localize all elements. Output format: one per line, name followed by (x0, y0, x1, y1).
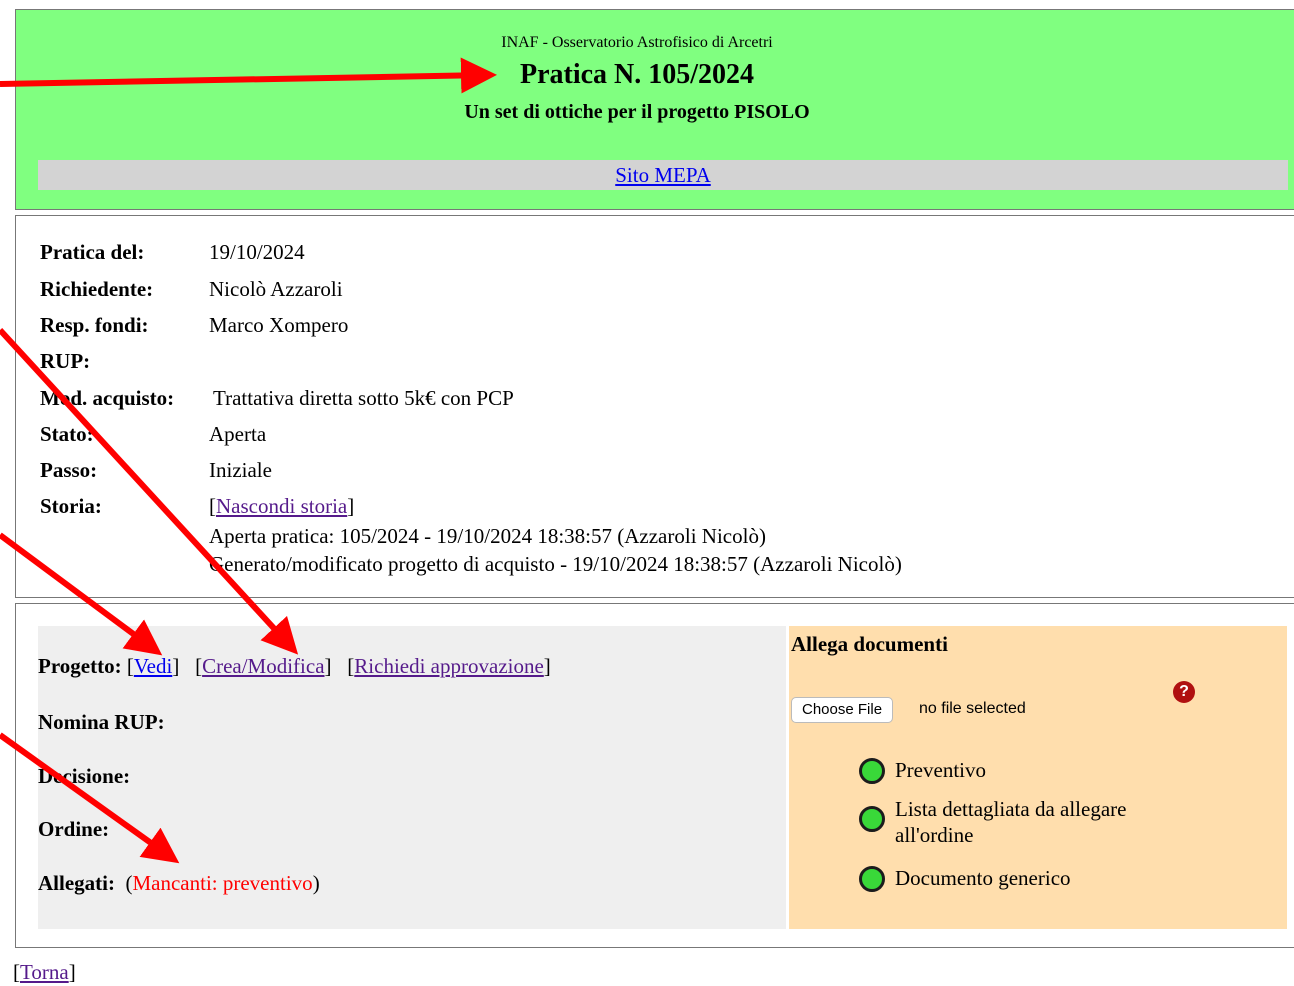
option-label: Documento generico (895, 866, 1071, 890)
value-passo: Iniziale (209, 458, 272, 482)
crea-modifica-link[interactable]: Crea/Modifica (202, 654, 324, 678)
page-title: Pratica N. 105/2024 (519, 59, 755, 90)
organization-name: INAF - Osservatorio Astrofisico di Arcet… (501, 34, 773, 51)
actions-panel: Progetto: [Vedi] [Crea/Modifica] [Richie… (15, 603, 1294, 948)
progetto-row: Progetto: [Vedi] [Crea/Modifica] [Richie… (38, 654, 551, 678)
radio-dot-icon[interactable] (859, 758, 885, 784)
info-panel: Pratica del: 19/10/2024 Richiedente: Nic… (15, 215, 1294, 598)
ordine-row: Ordine: (38, 817, 109, 842)
value-pratica-del: 19/10/2024 (209, 240, 305, 264)
choose-file-button[interactable]: Choose File (791, 697, 894, 723)
help-icon[interactable]: ? (1173, 681, 1195, 703)
decisione-row: Decisione: (38, 764, 130, 789)
vedi-link[interactable]: Vedi (134, 654, 173, 678)
mepa-link[interactable]: Sito MEPA (615, 163, 711, 187)
allegati-missing: Mancanti: preventivo (132, 871, 313, 895)
allega-panel: Allega documenti Choose File no file sel… (789, 626, 1287, 929)
storia-entry: Generato/modificato progetto di acquisto… (209, 552, 902, 576)
nascondi-storia-link[interactable]: Nascondi storia (216, 494, 347, 518)
decisione-label: Decisione: (38, 764, 131, 788)
storia-entry: Aperta pratica: 105/2024 - 19/10/2024 18… (209, 524, 766, 548)
label-pratica-del: Pratica del: (40, 240, 145, 264)
allegati-row: Allegati: (Mancanti: preventivo) (38, 871, 320, 895)
file-status: no file selected (919, 700, 1026, 717)
torna-link[interactable]: Torna (20, 960, 69, 984)
label-rup: RUP: (40, 349, 91, 373)
label-storia: Storia: (40, 494, 102, 518)
mepa-bar: Sito MEPA (38, 160, 1288, 190)
header-panel: INAF - Osservatorio Astrofisico di Arcet… (15, 9, 1294, 210)
allegati-label: Allegati: (38, 871, 115, 895)
option-label: Lista dettagliata da allegare (895, 797, 1127, 821)
torna-row: [Torna] (13, 960, 76, 984)
option-label-line2: all'ordine (895, 823, 974, 847)
allega-title: Allega documenti (791, 632, 948, 656)
radio-dot-icon[interactable] (859, 806, 885, 832)
progetto-label: Progetto: (38, 654, 122, 678)
nomina-rup-row: Nomina RUP: (38, 710, 165, 735)
value-resp-fondi: Marco Xompero (209, 313, 349, 337)
richiedi-approvazione-link[interactable]: Richiedi approvazione (354, 654, 544, 678)
label-mod-acquisto: Mod. acquisto: (40, 386, 175, 410)
option-label: Preventivo (895, 758, 986, 782)
page-subtitle: Un set di ottiche per il progetto PISOLO (464, 101, 810, 123)
label-resp-fondi: Resp. fondi: (40, 313, 149, 337)
steps-panel: Progetto: [Vedi] [Crea/Modifica] [Richie… (38, 626, 786, 929)
label-stato: Stato: (40, 422, 94, 446)
ordine-label: Ordine: (38, 817, 110, 841)
value-mod-acquisto: Trattativa diretta sotto 5k€ con PCP (213, 386, 514, 410)
nomina-rup-label: Nomina RUP: (38, 710, 165, 734)
storia-toggle: [Nascondi storia] (209, 494, 355, 518)
label-richiedente: Richiedente: (40, 277, 154, 301)
label-passo: Passo: (40, 458, 98, 482)
value-stato: Aperta (209, 422, 267, 446)
radio-dot-icon[interactable] (859, 866, 885, 892)
value-richiedente: Nicolò Azzaroli (209, 277, 343, 301)
